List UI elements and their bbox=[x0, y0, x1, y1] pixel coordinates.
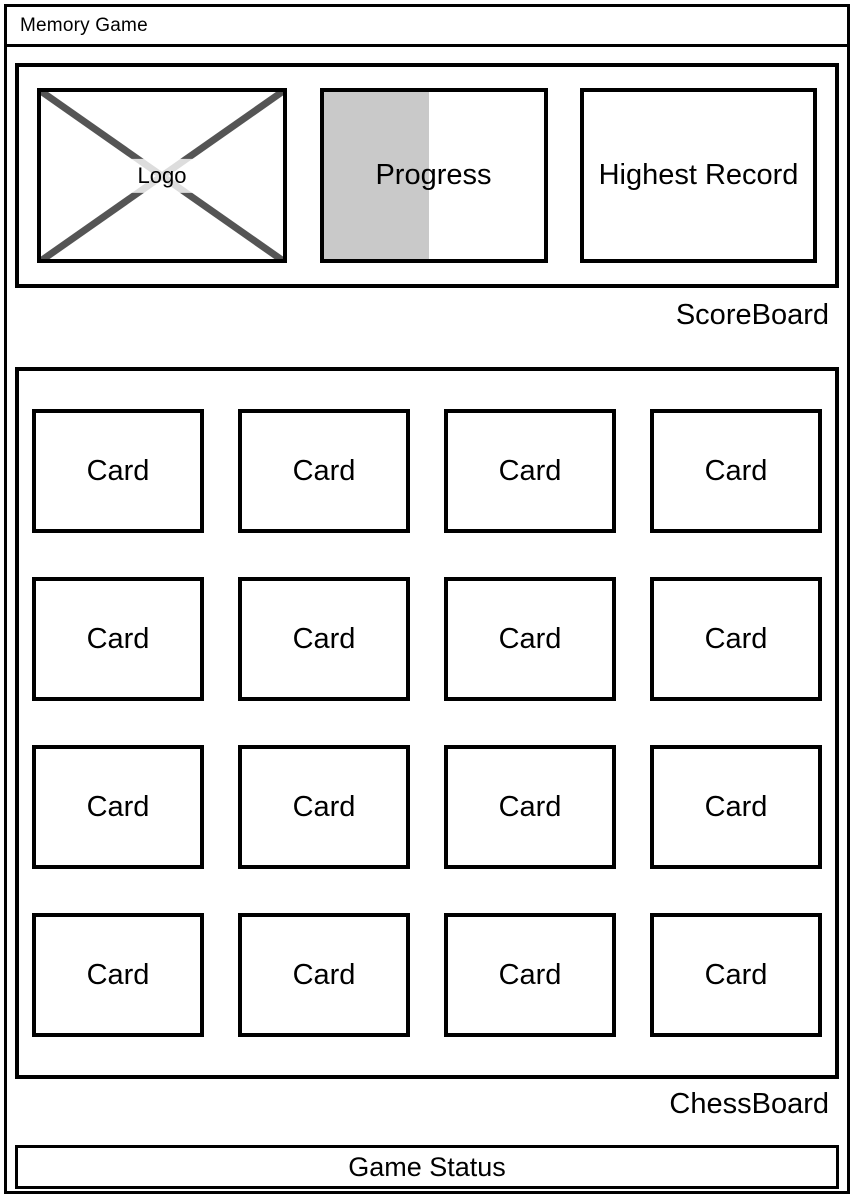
chessboard-caption: ChessBoard bbox=[669, 1088, 829, 1120]
memory-card-label: Card bbox=[498, 790, 562, 823]
memory-card-label: Card bbox=[292, 790, 356, 823]
game-status-label: Game Status bbox=[348, 1151, 506, 1182]
memory-card-label: Card bbox=[86, 790, 150, 823]
progress-bar[interactable]: Progress bbox=[319, 88, 548, 263]
memory-card[interactable]: Card bbox=[444, 577, 616, 701]
memory-card-label: Card bbox=[704, 622, 768, 655]
memory-card-label: Card bbox=[292, 958, 356, 991]
memory-card[interactable]: Card bbox=[650, 913, 822, 1037]
memory-card[interactable]: Card bbox=[650, 577, 822, 701]
app-window-frame: Memory Game Logo Progress Highest Record… bbox=[4, 4, 850, 1194]
title-bar: Memory Game bbox=[7, 7, 847, 47]
memory-card-label: Card bbox=[86, 454, 150, 487]
memory-card-label: Card bbox=[498, 622, 562, 655]
memory-card[interactable]: Card bbox=[650, 409, 822, 533]
memory-card-label: Card bbox=[704, 454, 768, 487]
scoreboard-section: Logo Progress Highest Record ScoreBoard bbox=[15, 63, 839, 343]
memory-card[interactable]: Card bbox=[444, 745, 616, 869]
logo-label: Logo bbox=[121, 158, 203, 193]
chessboard-panel: Card Card Card Card Card Card Card Card Card Card… bbox=[15, 367, 839, 1079]
memory-card[interactable]: Card bbox=[238, 745, 410, 869]
game-status-bar: Game Status bbox=[15, 1145, 839, 1189]
chessboard-section: Card Card Card Card Card Card Card Card Card Card… bbox=[15, 367, 839, 1132]
memory-card-label: Card bbox=[498, 454, 562, 487]
memory-card-label: Card bbox=[292, 454, 356, 487]
scoreboard-content: Logo Progress Highest Record bbox=[19, 67, 835, 284]
memory-card-label: Card bbox=[292, 622, 356, 655]
memory-card[interactable]: Card bbox=[32, 913, 204, 1037]
memory-card[interactable]: Card bbox=[444, 409, 616, 533]
memory-card[interactable]: Card bbox=[32, 409, 204, 533]
scoreboard-panel: Logo Progress Highest Record bbox=[15, 63, 839, 288]
memory-card-label: Card bbox=[704, 790, 768, 823]
memory-card-label: Card bbox=[86, 622, 150, 655]
memory-card[interactable]: Card bbox=[238, 913, 410, 1037]
memory-card[interactable]: Card bbox=[444, 913, 616, 1037]
memory-card-label: Card bbox=[704, 958, 768, 991]
memory-card[interactable]: Card bbox=[650, 745, 822, 869]
scoreboard-caption: ScoreBoard bbox=[675, 299, 829, 331]
memory-card-label: Card bbox=[498, 958, 562, 991]
memory-card-label: Card bbox=[86, 958, 150, 991]
logo-image-placeholder[interactable]: Logo bbox=[37, 88, 287, 263]
highest-record-box: Highest Record bbox=[580, 88, 817, 263]
memory-card[interactable]: Card bbox=[238, 409, 410, 533]
progress-label: Progress bbox=[375, 158, 492, 191]
card-grid: Card Card Card Card Card Card Card Card Card Card… bbox=[19, 371, 835, 1075]
page-title: Memory Game bbox=[20, 15, 148, 36]
memory-card[interactable]: Card bbox=[32, 745, 204, 869]
memory-card[interactable]: Card bbox=[238, 577, 410, 701]
highest-record-label: Highest Record bbox=[598, 159, 799, 192]
memory-card[interactable]: Card bbox=[32, 577, 204, 701]
